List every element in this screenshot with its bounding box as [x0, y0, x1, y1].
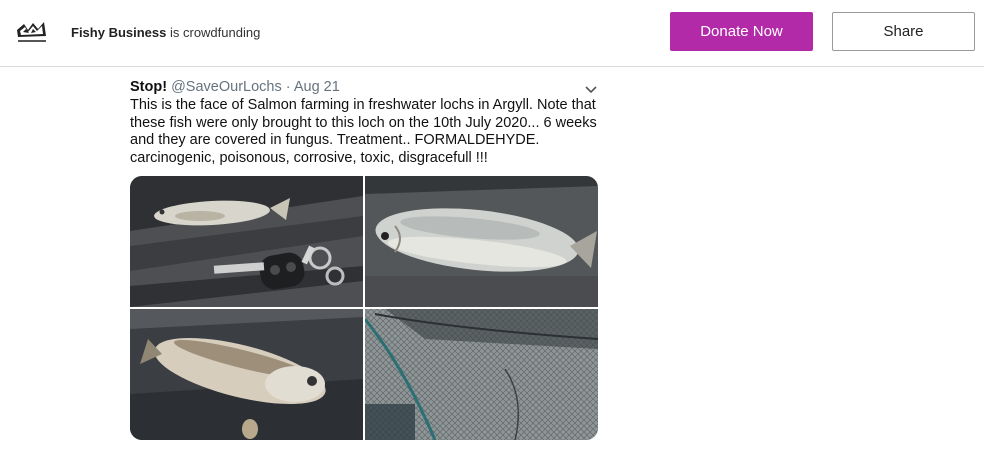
- crowdfunding-status: is crowdfunding: [166, 25, 261, 40]
- share-button[interactable]: Share: [832, 12, 975, 51]
- tweet-separator: ·: [285, 79, 291, 95]
- tweet-handle[interactable]: @SaveOurLochs: [171, 79, 282, 95]
- tweet-date[interactable]: Aug 21: [294, 79, 340, 95]
- fishy-business-logo-icon[interactable]: [14, 18, 50, 46]
- org-name[interactable]: Fishy Business: [71, 25, 166, 40]
- chevron-down-icon[interactable]: [584, 82, 598, 94]
- tweet-text: This is the face of Salmon farming in fr…: [130, 97, 597, 166]
- dead-fish-on-wet-boards-photo[interactable]: [130, 309, 363, 440]
- dead-fish-with-car-key-photo[interactable]: [130, 176, 363, 307]
- campaign-owner-line: Fishy Business is crowdfunding: [71, 25, 260, 40]
- dead-fish-on-deck-photo[interactable]: [365, 176, 598, 307]
- tweet-header: Stop! @SaveOurLochs · Aug 21: [130, 79, 340, 95]
- donate-now-button[interactable]: Donate Now: [670, 12, 813, 51]
- embedded-tweet: Stop! @SaveOurLochs · Aug 21 This is the…: [125, 78, 603, 442]
- tweet-photo-grid: [130, 176, 598, 440]
- top-bar: Fishy Business is crowdfunding Donate No…: [0, 0, 984, 67]
- tweet-author[interactable]: Stop!: [130, 79, 167, 95]
- fish-cage-net-photo[interactable]: [365, 309, 598, 440]
